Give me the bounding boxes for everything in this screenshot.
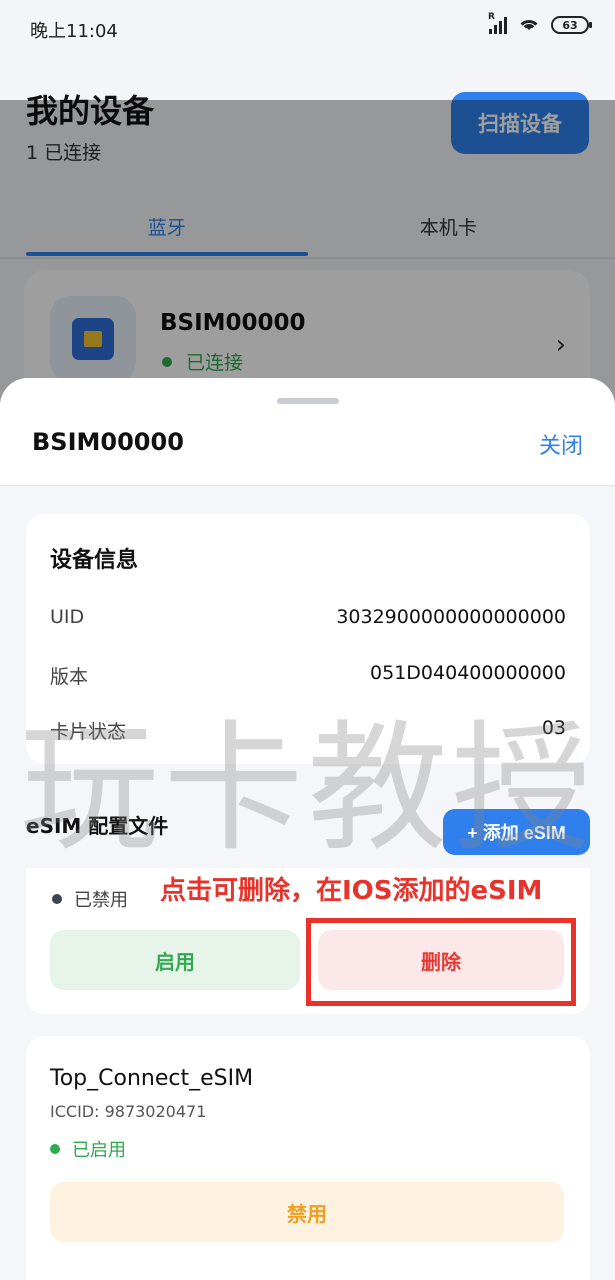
status-time: 晚上11:04: [30, 21, 118, 42]
signal-icon: R: [488, 12, 507, 34]
profile-status-label: 已启用: [72, 1140, 126, 1161]
info-value: 3032900000000000000: [336, 606, 566, 628]
enable-profile-button[interactable]: 启用: [50, 930, 300, 990]
status-bar: 晚上11:04 R 63: [0, 0, 615, 60]
status-icons: R 63: [488, 12, 592, 34]
esim-profile-card: Top_Connect_eSIM ICCID: 9873020471 已启用 禁…: [26, 1036, 590, 1280]
enabled-dot-icon: [50, 1144, 60, 1154]
disabled-dot-icon: [52, 894, 62, 904]
battery-icon: 63: [551, 16, 592, 34]
profile-status: 已禁用: [52, 886, 128, 912]
info-row-uid: UID 3032900000000000000: [50, 606, 566, 628]
info-label: UID: [50, 606, 85, 628]
disable-profile-button[interactable]: 禁用: [50, 1182, 564, 1242]
battery-level: 63: [562, 18, 578, 32]
profile-status-label: 已禁用: [74, 890, 128, 911]
sheet-title: BSIM00000: [32, 428, 184, 456]
close-button[interactable]: 关闭: [539, 428, 583, 460]
annotation-highlight-box: [306, 918, 576, 1006]
annotation-text: 点击可删除，在IOS添加的eSIM: [160, 876, 543, 906]
profile-iccid: ICCID: 9873020471: [50, 1102, 207, 1121]
drag-handle[interactable]: [277, 398, 339, 404]
profile-name: Top_Connect_eSIM: [50, 1066, 254, 1091]
profile-status: 已启用: [50, 1136, 126, 1162]
watermark: 玩卡教授: [19, 708, 596, 871]
wifi-icon: [517, 16, 541, 34]
device-info-heading: 设备信息: [50, 548, 139, 573]
sheet-header: BSIM00000 关闭: [0, 378, 615, 486]
